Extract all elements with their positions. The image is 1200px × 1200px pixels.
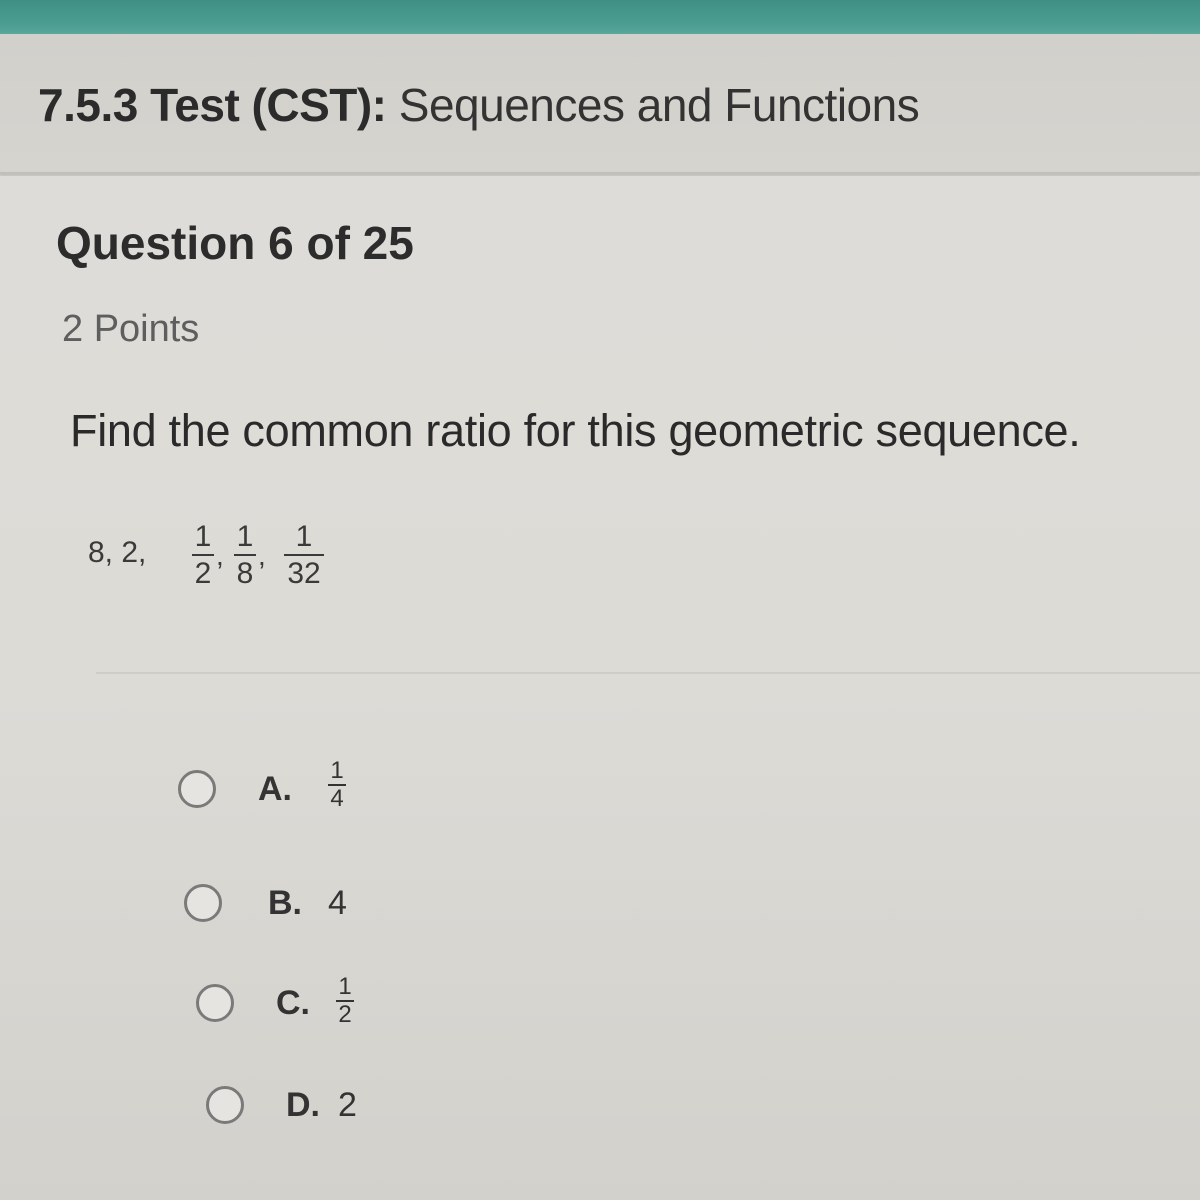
- sequence-fraction: 1 2: [192, 520, 214, 591]
- fraction-numerator: 1: [338, 973, 352, 1000]
- radio-button-icon[interactable]: [206, 1086, 244, 1124]
- fraction-denominator: 4: [330, 785, 344, 812]
- fraction-denominator: 2: [194, 557, 212, 590]
- choice-value: 2: [338, 1086, 357, 1124]
- radio-button-icon[interactable]: [178, 770, 216, 808]
- header-divider: [0, 172, 1200, 175]
- choice-letter: D.: [286, 1086, 320, 1124]
- choice-letter: C.: [276, 984, 310, 1022]
- sequence-separator: ,: [258, 540, 266, 571]
- fraction-bar: [234, 554, 256, 556]
- question-prompt: Find the common ratio for this geometric…: [70, 405, 1081, 456]
- fraction-numerator: 1: [330, 757, 344, 784]
- sequence-separator: ,: [216, 540, 224, 571]
- question-number: Question 6 of 25: [56, 217, 414, 269]
- question-points: 2 Points: [62, 308, 200, 350]
- fraction-denominator: 8: [236, 557, 254, 590]
- page-title: 7.5.3 Test (CST): Sequences and Function…: [38, 78, 920, 132]
- fraction-denominator: 32: [287, 557, 321, 590]
- fraction-numerator: 1: [194, 520, 212, 553]
- choice-letter: B.: [268, 884, 302, 922]
- fraction-numerator: 1: [236, 520, 254, 553]
- test-code: 7.5.3 Test (CST):: [38, 79, 387, 131]
- sequence-fraction: 1 32: [284, 520, 324, 591]
- choice-value: 4: [328, 884, 347, 922]
- test-name: Sequences and Functions: [398, 79, 920, 131]
- radio-button-icon[interactable]: [196, 984, 234, 1022]
- sequence-leading-terms: 8, 2,: [88, 536, 147, 569]
- choice-letter: A.: [258, 770, 292, 808]
- fraction-bar: [284, 554, 324, 556]
- fraction-bar: [192, 554, 214, 556]
- choice-fraction: 1 2: [336, 974, 354, 1028]
- choice-fraction: 1 4: [328, 758, 346, 812]
- radio-button-icon[interactable]: [184, 884, 222, 922]
- sequence-fraction: 1 8: [234, 520, 256, 591]
- fraction-denominator: 2: [338, 1001, 352, 1028]
- fraction-numerator: 1: [295, 520, 313, 553]
- content-divider: [96, 672, 1200, 674]
- top-accent-bar: [0, 0, 1200, 34]
